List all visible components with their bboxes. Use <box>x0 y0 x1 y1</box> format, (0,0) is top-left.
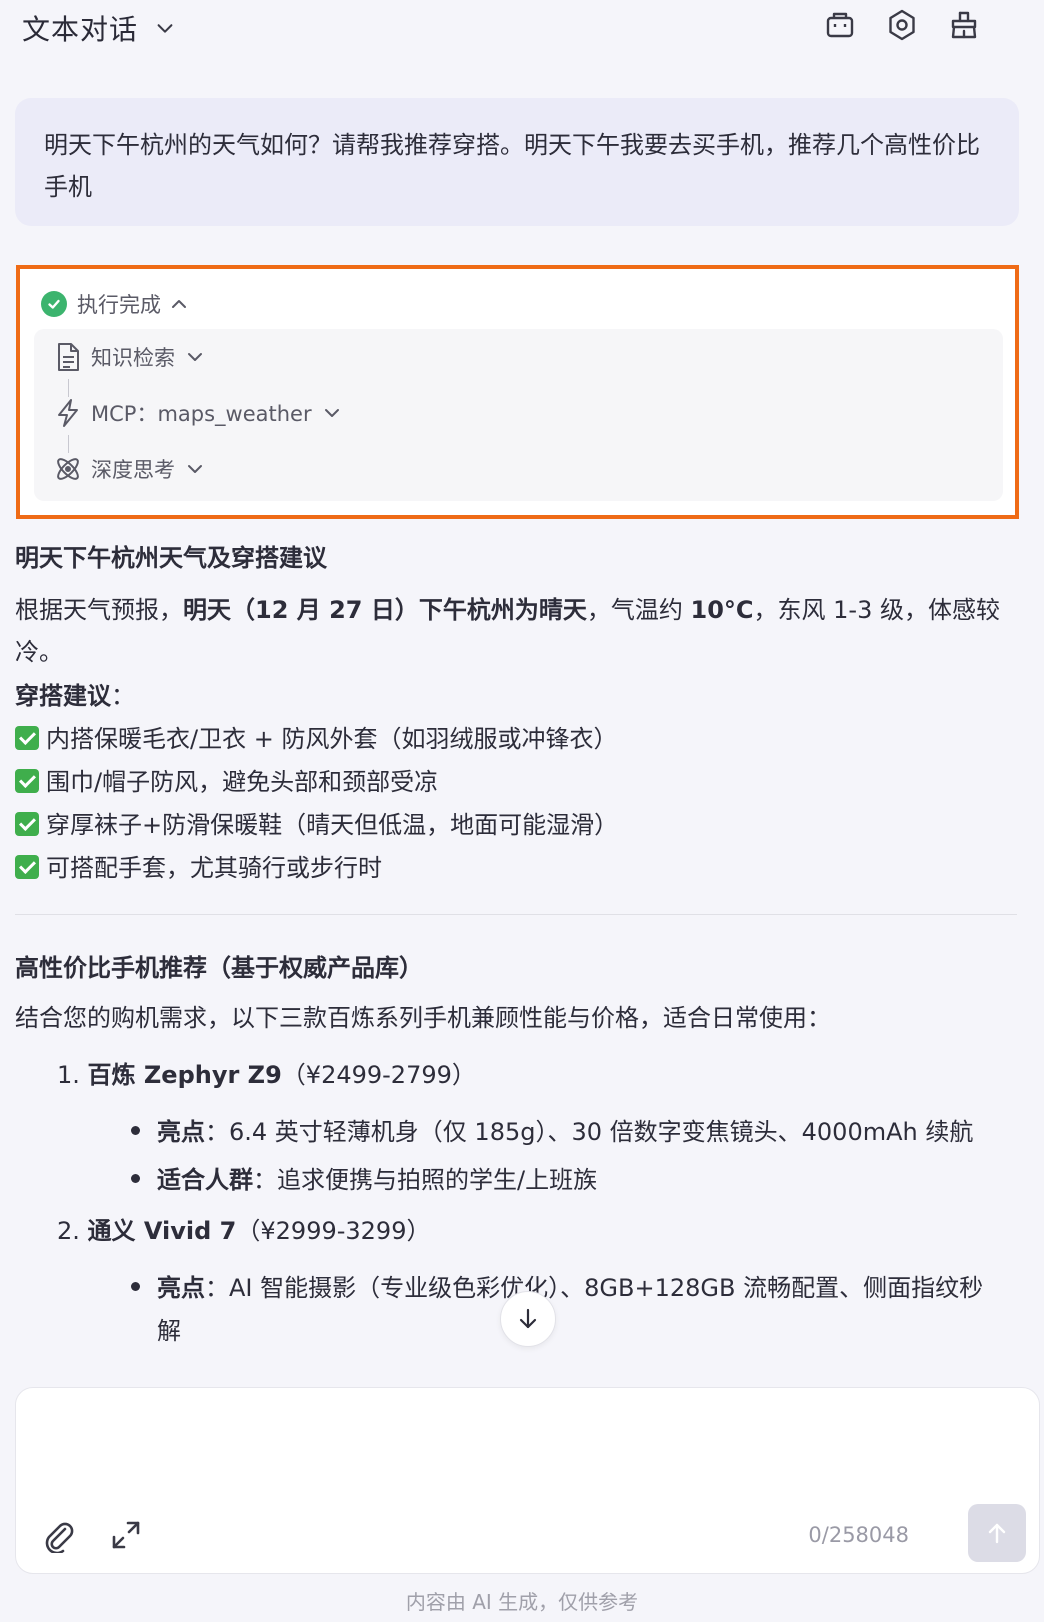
message-input[interactable] <box>36 1404 1016 1504</box>
checkbox-icon <box>15 726 39 750</box>
expand-icon[interactable] <box>108 1517 144 1553</box>
arrow-up-icon <box>988 1523 1006 1544</box>
chevron-down-icon <box>157 24 173 33</box>
execution-status-panel: 执行完成 知识检索 MCP：maps_weather 深度思考 <box>16 265 1019 519</box>
checkbox-icon <box>15 769 39 793</box>
phone-heading: 高性价比手机推荐（基于权威产品库） <box>15 954 423 982</box>
phone-point-continued: 解 <box>157 1317 181 1345</box>
document-icon <box>58 343 79 371</box>
bullet <box>131 1282 140 1291</box>
bullet <box>131 1174 140 1183</box>
bullet <box>131 1126 140 1135</box>
step-label: 深度思考 <box>91 458 175 482</box>
weather-heading: 明天下午杭州天气及穿搭建议 <box>15 544 327 572</box>
checkbox-icon <box>15 855 39 879</box>
step-mcp-maps-weather[interactable]: MCP：maps_weather <box>54 395 342 431</box>
phone-point: 亮点：AI 智能摄影（专业级色彩优化）、8GB+128GB 流畅配置、侧面指纹秒 <box>131 1268 983 1308</box>
list-item: 穿厚袜子+防滑保暖鞋（晴天但低温，地面可能湿滑） <box>15 805 618 845</box>
phone-item-title: 2. 通义 Vivid 7（¥2999-3299） <box>57 1217 431 1245</box>
outfit-heading: 穿搭建议： <box>15 682 135 710</box>
briefcase-icon[interactable] <box>823 8 857 42</box>
phone-point: 适合人群：追求便携与拍照的学生/上班族 <box>131 1160 597 1200</box>
page-title: 文本对话 <box>22 13 139 46</box>
list-item: 可搭配手套，尤其骑行或步行时 <box>15 848 382 888</box>
step-label: 知识检索 <box>91 346 175 370</box>
execution-steps: 知识检索 MCP：maps_weather 深度思考 <box>34 329 1003 501</box>
divider <box>15 914 1017 915</box>
character-counter: 0/258048 <box>808 1523 909 1547</box>
conversation-mode-selector[interactable]: 文本对话 <box>22 8 176 48</box>
chevron-down-icon <box>188 465 202 473</box>
weather-paragraph: 根据天气预报，明天（12 月 27 日）下午杭州为晴天，气温约 10°C，东风 … <box>15 596 1000 666</box>
phone-item-title: 1. 百炼 Zephyr Z9（¥2499-2799） <box>57 1061 476 1089</box>
step-knowledge-search[interactable]: 知识检索 <box>54 339 205 375</box>
execution-status-toggle[interactable]: 执行完成 <box>41 289 189 319</box>
arrow-down-icon <box>519 1308 537 1329</box>
step-label: MCP：maps_weather <box>91 402 312 426</box>
step-deep-thinking[interactable]: 深度思考 <box>54 451 205 487</box>
phone-intro: 结合您的购机需求，以下三款百炼系列手机兼顾性能与价格，适合日常使用： <box>15 1004 831 1032</box>
execution-status-label: 执行完成 <box>77 293 161 317</box>
phone-point: 亮点：6.4 英寸轻薄机身（仅 185g）、30 倍数字变焦镜头、4000mAh… <box>131 1112 973 1152</box>
send-button[interactable] <box>968 1504 1026 1562</box>
message-input-box: 0/258048 <box>15 1387 1040 1574</box>
user-message: 明天下午杭州的天气如何？请帮我推荐穿搭。明天下午我要去买手机，推荐几个高性价比手… <box>15 98 1019 226</box>
check-circle-icon <box>41 291 67 317</box>
ai-disclaimer: 内容由 AI 生成，仅供参考 <box>405 1590 639 1614</box>
scroll-to-bottom-button[interactable] <box>500 1291 556 1347</box>
chevron-down-icon <box>188 353 202 361</box>
checkbox-icon <box>15 812 39 836</box>
list-item: 内搭保暖毛衣/卫衣 + 防风外套（如羽绒服或冲锋衣） <box>15 719 617 759</box>
chevron-down-icon <box>324 409 339 417</box>
lightning-icon <box>58 399 78 427</box>
atom-icon <box>57 458 79 480</box>
clear-icon[interactable] <box>947 8 981 42</box>
paperclip-icon[interactable] <box>40 1517 76 1553</box>
header: 文本对话 <box>0 0 1044 56</box>
chevron-up-icon <box>172 300 186 308</box>
list-item: 围巾/帽子防风，避免头部和颈部受凉 <box>15 762 438 802</box>
gear-icon[interactable] <box>885 8 919 42</box>
chat-page: 文本对话 明天下午杭州的天气如何？请帮我推荐穿搭。明天下午我要去买手机，推荐几个… <box>0 0 1044 1622</box>
